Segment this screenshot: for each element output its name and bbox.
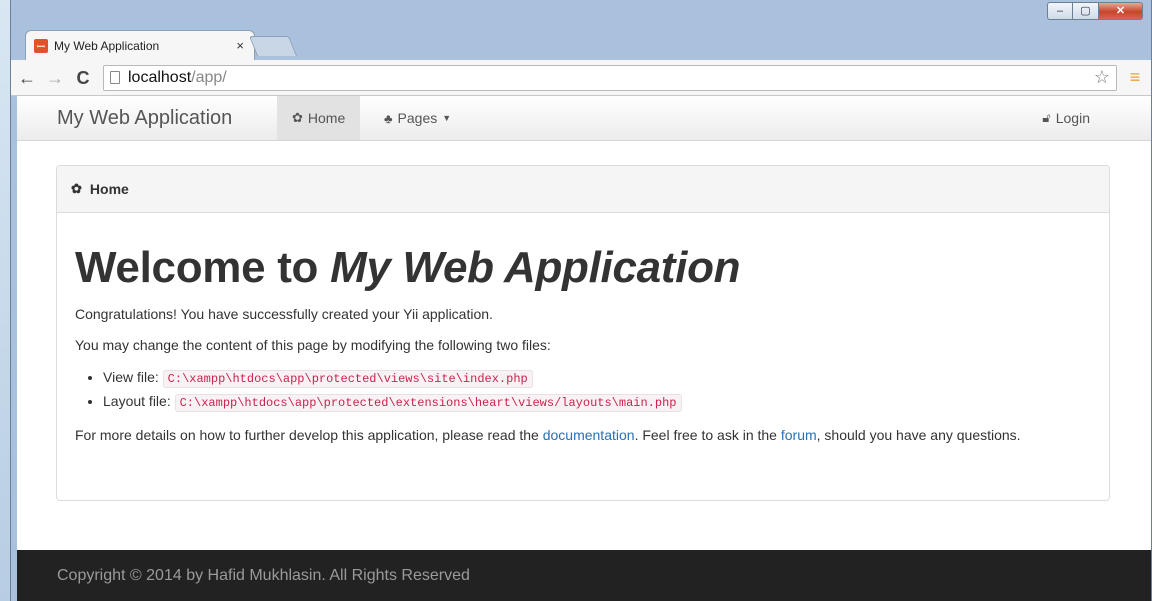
- tab-title: My Web Application: [54, 38, 160, 53]
- forum-link[interactable]: forum: [781, 427, 817, 443]
- nav-item-pages[interactable]: ♣ Pages ▼: [369, 96, 466, 140]
- congrats-text: Congratulations! You have successfully c…: [75, 306, 493, 323]
- window-controls: – ▢ ✕: [1047, 2, 1143, 20]
- panel-heading: ✿ Home: [57, 166, 1109, 213]
- close-window-button[interactable]: ✕: [1099, 2, 1143, 20]
- list-item: Layout file: C:\xampp\htdocs\app\protect…: [103, 390, 1091, 414]
- documentation-link[interactable]: documentation: [543, 427, 635, 443]
- panel-body: Welcome to My Web Application Congratula…: [57, 243, 1109, 445]
- sitemap-icon: ♣: [384, 110, 393, 126]
- url-host: localhost: [128, 68, 192, 86]
- home-icon: ✿: [292, 110, 303, 125]
- page-viewport: My Web Application ✿ Home ♣ Pages ▼ 🔓︎ L…: [17, 96, 1151, 601]
- details-after: , should you have any questions.: [816, 427, 1021, 444]
- address-bar[interactable]: localhost/app/ ☆: [103, 64, 1117, 91]
- layout-file-path: C:\xampp\htdocs\app\protected\extensions…: [174, 394, 682, 413]
- unlock-icon: 🔓︎: [1042, 110, 1051, 125]
- change-text: You may change the content of this page …: [75, 337, 551, 354]
- new-tab-button[interactable]: [248, 36, 298, 56]
- nav-item-home[interactable]: ✿ Home: [277, 96, 361, 140]
- forward-button[interactable]: →: [43, 69, 67, 87]
- tab-close-icon[interactable]: ×: [230, 38, 244, 53]
- page-title: Welcome to My Web Application: [75, 243, 1091, 292]
- navbar-brand[interactable]: My Web Application: [57, 107, 232, 130]
- panel-heading-title: Home: [89, 181, 129, 197]
- back-button[interactable]: ←: [15, 69, 39, 87]
- page-icon: [110, 71, 120, 84]
- view-file-label: View file:: [103, 369, 163, 386]
- url-path: /app/: [191, 68, 227, 86]
- file-list: View file: C:\xampp\htdocs\app\protected…: [75, 366, 1091, 414]
- nav-item-login[interactable]: 🔓︎ Login: [1027, 96, 1105, 140]
- title-prefix: Welcome to: [75, 243, 331, 292]
- footer-copyright: Copyright © 2014 by Hafid Mukhlasin. All…: [57, 566, 470, 584]
- browser-menu-icon[interactable]: ≡: [1125, 67, 1145, 88]
- bookmark-star-icon[interactable]: ☆: [1094, 67, 1110, 88]
- home-icon: ✿: [71, 181, 82, 196]
- details-middle: . Feel free to ask in the: [634, 427, 781, 444]
- content-panel: ✿ Home Welcome to My Web Application Con…: [56, 165, 1110, 501]
- details-text: For more details on how to further devel…: [75, 425, 1091, 445]
- site-footer: Copyright © 2014 by Hafid Mukhlasin. All…: [17, 550, 1151, 601]
- view-file-path: C:\xampp\htdocs\app\protected\views\site…: [162, 370, 533, 389]
- nav-item-login-label: Login: [1055, 110, 1090, 126]
- title-app-name: My Web Application: [330, 243, 741, 292]
- browser-toolbar: ← → C localhost/app/ ☆ ≡: [11, 60, 1151, 96]
- details-before: For more details on how to further devel…: [75, 427, 543, 444]
- reload-button[interactable]: C: [71, 69, 95, 87]
- nav-item-home-label: Home: [307, 110, 346, 126]
- list-item: View file: C:\xampp\htdocs\app\protected…: [103, 366, 1091, 390]
- nav-item-pages-label: Pages: [397, 110, 438, 126]
- layout-file-label: Layout file:: [103, 393, 175, 410]
- browser-window: – ▢ ✕ ꟷ My Web Application × ← → C local…: [10, 0, 1152, 601]
- browser-tab[interactable]: ꟷ My Web Application ×: [25, 30, 255, 60]
- maximize-button[interactable]: ▢: [1073, 2, 1099, 20]
- minimize-button[interactable]: –: [1047, 2, 1073, 20]
- caret-down-icon: ▼: [442, 113, 452, 123]
- yii-favicon-icon: ꟷ: [34, 38, 48, 53]
- title-bar: – ▢ ✕: [11, 0, 1151, 32]
- site-navbar: My Web Application ✿ Home ♣ Pages ▼ 🔓︎ L…: [17, 96, 1151, 141]
